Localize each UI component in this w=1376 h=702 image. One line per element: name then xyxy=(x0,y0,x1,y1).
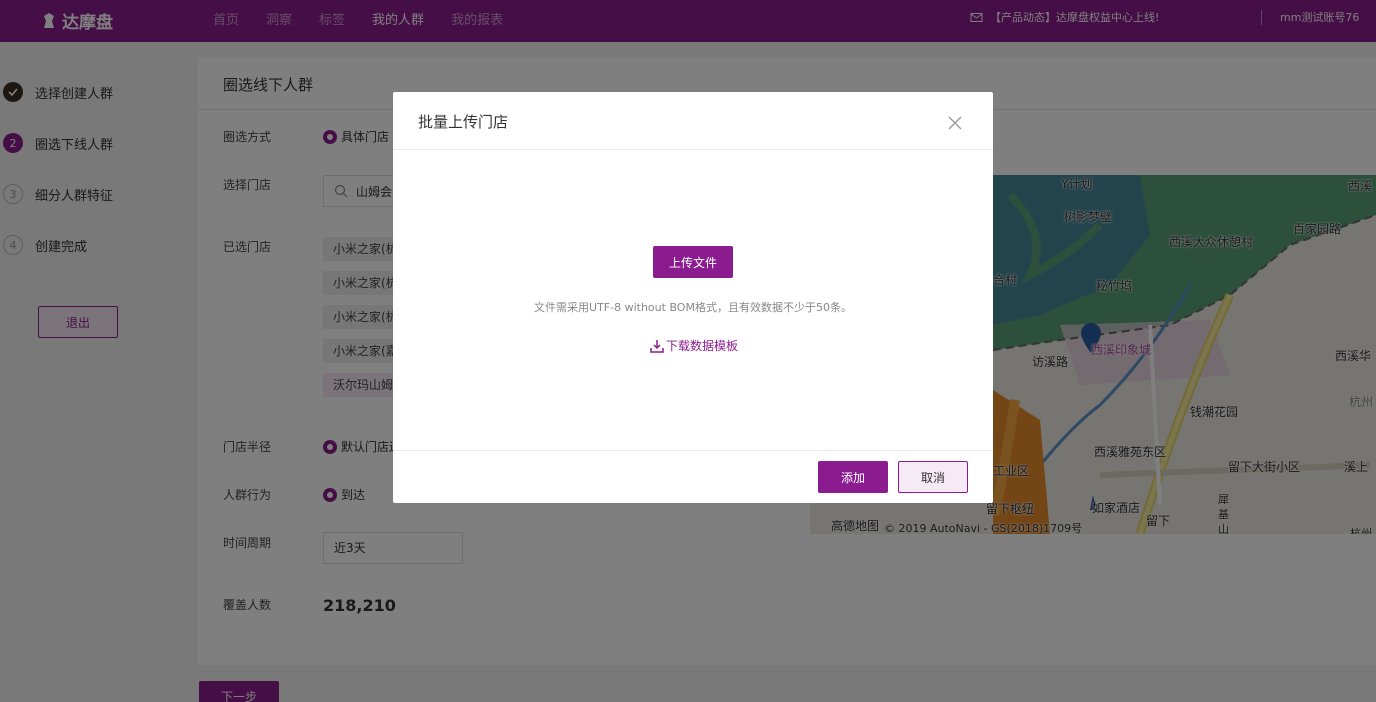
upload-file-button[interactable]: 上传文件 xyxy=(653,246,733,278)
cancel-button[interactable]: 取消 xyxy=(898,461,968,493)
download-label: 下载数据模板 xyxy=(666,339,739,353)
upload-stores-modal: 批量上传门店 上传文件 文件需采用UTF-8 without BOM格式，且有效… xyxy=(393,92,993,503)
download-template-link[interactable]: 下载数据模板 xyxy=(650,337,738,354)
download-icon xyxy=(650,339,664,353)
modal-header-divider xyxy=(393,149,993,150)
upload-hint: 文件需采用UTF-8 without BOM格式，且有效数据不少于50条。 xyxy=(534,301,852,314)
close-icon[interactable] xyxy=(946,114,964,132)
add-button[interactable]: 添加 xyxy=(818,461,888,493)
modal-footer-divider xyxy=(393,450,993,451)
modal-title: 批量上传门店 xyxy=(418,113,509,131)
